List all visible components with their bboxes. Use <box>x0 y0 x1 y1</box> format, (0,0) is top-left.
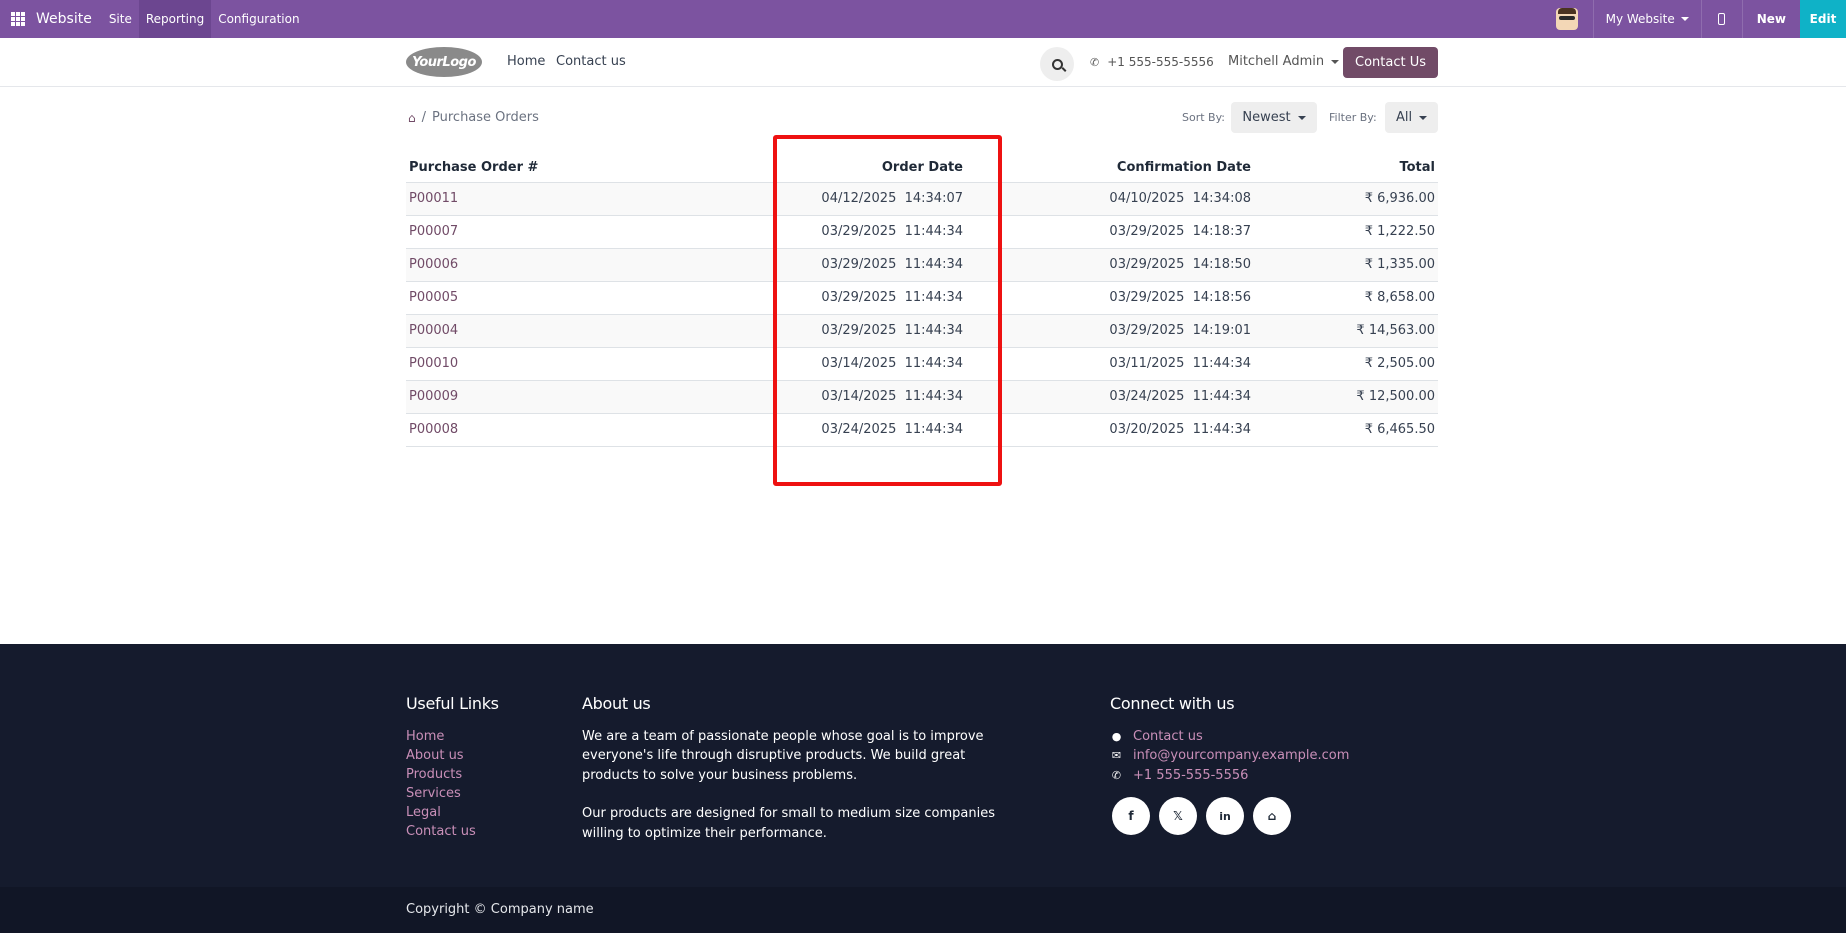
search-button[interactable] <box>1040 47 1074 81</box>
website-selector[interactable]: My Website <box>1594 12 1701 26</box>
connect-email-label: info@yourcompany.example.com <box>1133 748 1350 764</box>
cell-confirmation-date: 03/29/2025 14:18:37 <box>966 215 1254 249</box>
copyright-bar: Copyright © Company name <box>0 887 1846 933</box>
filter-label: Filter By: <box>1329 111 1377 124</box>
admin-navbar: Website Site Reporting Configuration My … <box>0 0 1846 38</box>
cell-order-number[interactable]: P00010 <box>406 347 766 381</box>
footer-link-products[interactable]: Products <box>406 765 476 784</box>
connect-phone[interactable]: ✆ +1 555-555-5556 <box>1110 766 1349 785</box>
footer-link-home[interactable]: Home <box>406 727 476 746</box>
filter-dropdown[interactable]: All <box>1385 102 1438 133</box>
cell-order-number[interactable]: P00011 <box>406 182 766 216</box>
connect-contact-label: Contact us <box>1133 729 1203 744</box>
envelope-icon: ✉ <box>1111 749 1122 763</box>
menu-site[interactable]: Site <box>102 0 139 38</box>
search-icon <box>1051 58 1063 70</box>
sort-value: Newest <box>1242 110 1291 125</box>
cell-confirmation-date: 03/29/2025 14:19:01 <box>966 314 1254 348</box>
phone-icon: ✆ <box>1090 55 1100 69</box>
cell-confirmation-date: 03/24/2025 11:44:34 <box>966 380 1254 414</box>
header-phone[interactable]: ✆ +1 555-555-5556 <box>1090 55 1214 69</box>
nav-home[interactable]: Home <box>507 54 545 69</box>
cell-total: ₹ 8,658.00 <box>1254 281 1438 315</box>
filter-value: All <box>1395 110 1413 125</box>
apps-menu-icon[interactable] <box>0 0 36 38</box>
chevron-down-icon <box>1419 115 1428 120</box>
x-icon[interactable]: 𝕏 <box>1159 797 1197 835</box>
cell-total: ₹ 14,563.00 <box>1254 314 1438 348</box>
cell-total: ₹ 12,500.00 <box>1254 380 1438 414</box>
cell-total: ₹ 6,465.50 <box>1254 413 1438 447</box>
copyright-text: Copyright © Company name <box>406 902 594 917</box>
breadcrumb-current: Purchase Orders <box>432 110 539 125</box>
cell-total: ₹ 1,222.50 <box>1254 215 1438 249</box>
mobile-preview-icon[interactable] <box>1702 13 1742 25</box>
menu-configuration[interactable]: Configuration <box>211 0 306 38</box>
user-avatar[interactable] <box>1555 8 1578 30</box>
user-menu[interactable]: Mitchell Admin <box>1228 54 1340 69</box>
useful-links-list: Home About us Products Services Legal Co… <box>406 727 476 841</box>
header-total: Total <box>1254 154 1438 183</box>
cell-total: ₹ 6,936.00 <box>1254 182 1438 216</box>
about-paragraph-1: We are a team of passionate people whose… <box>582 729 984 783</box>
nav-contact-us[interactable]: Contact us <box>556 54 626 69</box>
contact-us-button[interactable]: Contact Us <box>1343 47 1438 78</box>
useful-links-title: Useful Links <box>406 694 499 713</box>
cell-order-number[interactable]: P00004 <box>406 314 766 348</box>
connect-contact[interactable]: ● Contact us <box>1110 727 1349 746</box>
linkedin-icon[interactable]: in <box>1206 797 1244 835</box>
cell-total: ₹ 2,505.00 <box>1254 347 1438 381</box>
chat-icon: ● <box>1111 730 1122 743</box>
footer-link-legal[interactable]: Legal <box>406 803 476 822</box>
chevron-down-icon <box>1680 17 1689 21</box>
new-button[interactable]: New <box>1743 0 1800 38</box>
about-paragraph-2: Our products are designed for small to m… <box>582 806 995 841</box>
home-icon[interactable]: ⌂ <box>1253 797 1291 835</box>
site-footer: Useful Links Home About us Products Serv… <box>0 644 1846 887</box>
cell-confirmation-date: 03/29/2025 14:18:50 <box>966 248 1254 282</box>
cell-order-number[interactable]: P00008 <box>406 413 766 447</box>
highlight-box <box>773 135 1002 486</box>
header-phone-number: +1 555-555-5556 <box>1107 55 1214 69</box>
cell-order-number[interactable]: P00005 <box>406 281 766 315</box>
footer-link-services[interactable]: Services <box>406 784 476 803</box>
breadcrumb: ⌂ / Purchase Orders <box>408 110 539 125</box>
cell-order-number[interactable]: P00009 <box>406 380 766 414</box>
header-confirmation-date: Confirmation Date <box>966 154 1254 183</box>
cell-confirmation-date: 04/10/2025 14:34:08 <box>966 182 1254 216</box>
cell-confirmation-date: 03/20/2025 11:44:34 <box>966 413 1254 447</box>
chevron-down-icon <box>1297 115 1306 120</box>
header-purchase-order: Purchase Order # <box>406 154 766 183</box>
site-logo[interactable]: YourLogo <box>406 47 482 77</box>
cell-order-number[interactable]: P00007 <box>406 215 766 249</box>
menu-reporting[interactable]: Reporting <box>138 0 212 38</box>
about-title: About us <box>582 694 651 713</box>
app-name[interactable]: Website <box>36 11 102 27</box>
sort-label: Sort By: <box>1182 111 1226 124</box>
cell-order-number[interactable]: P00006 <box>406 248 766 282</box>
phone-icon: ✆ <box>1111 768 1122 782</box>
facebook-icon[interactable]: f <box>1112 797 1150 835</box>
connect-list: ● Contact us ✉ info@yourcompany.example.… <box>1110 727 1350 785</box>
website-selector-label: My Website <box>1605 12 1675 26</box>
connect-email[interactable]: ✉ info@yourcompany.example.com <box>1110 746 1349 765</box>
user-name: Mitchell Admin <box>1228 54 1325 69</box>
about-text: We are a team of passionate people whose… <box>582 727 1002 843</box>
sort-dropdown[interactable]: Newest <box>1231 102 1317 133</box>
footer-link-contact-us[interactable]: Contact us <box>406 822 476 841</box>
footer-link-about-us[interactable]: About us <box>406 746 476 765</box>
cell-total: ₹ 1,335.00 <box>1254 248 1438 282</box>
cell-confirmation-date: 03/11/2025 11:44:34 <box>966 347 1254 381</box>
edit-button[interactable]: Edit <box>1800 0 1846 38</box>
connect-phone-label: +1 555-555-5556 <box>1133 767 1249 783</box>
home-icon[interactable]: ⌂ <box>408 111 416 125</box>
connect-title: Connect with us <box>1110 694 1235 713</box>
site-header: YourLogo Home Contact us ✆ +1 555-555-55… <box>0 38 1846 87</box>
social-links: f 𝕏 in ⌂ <box>1112 797 1291 835</box>
cell-confirmation-date: 03/29/2025 14:18:56 <box>966 281 1254 315</box>
chevron-down-icon <box>1331 59 1340 64</box>
breadcrumb-separator: / <box>421 110 427 125</box>
